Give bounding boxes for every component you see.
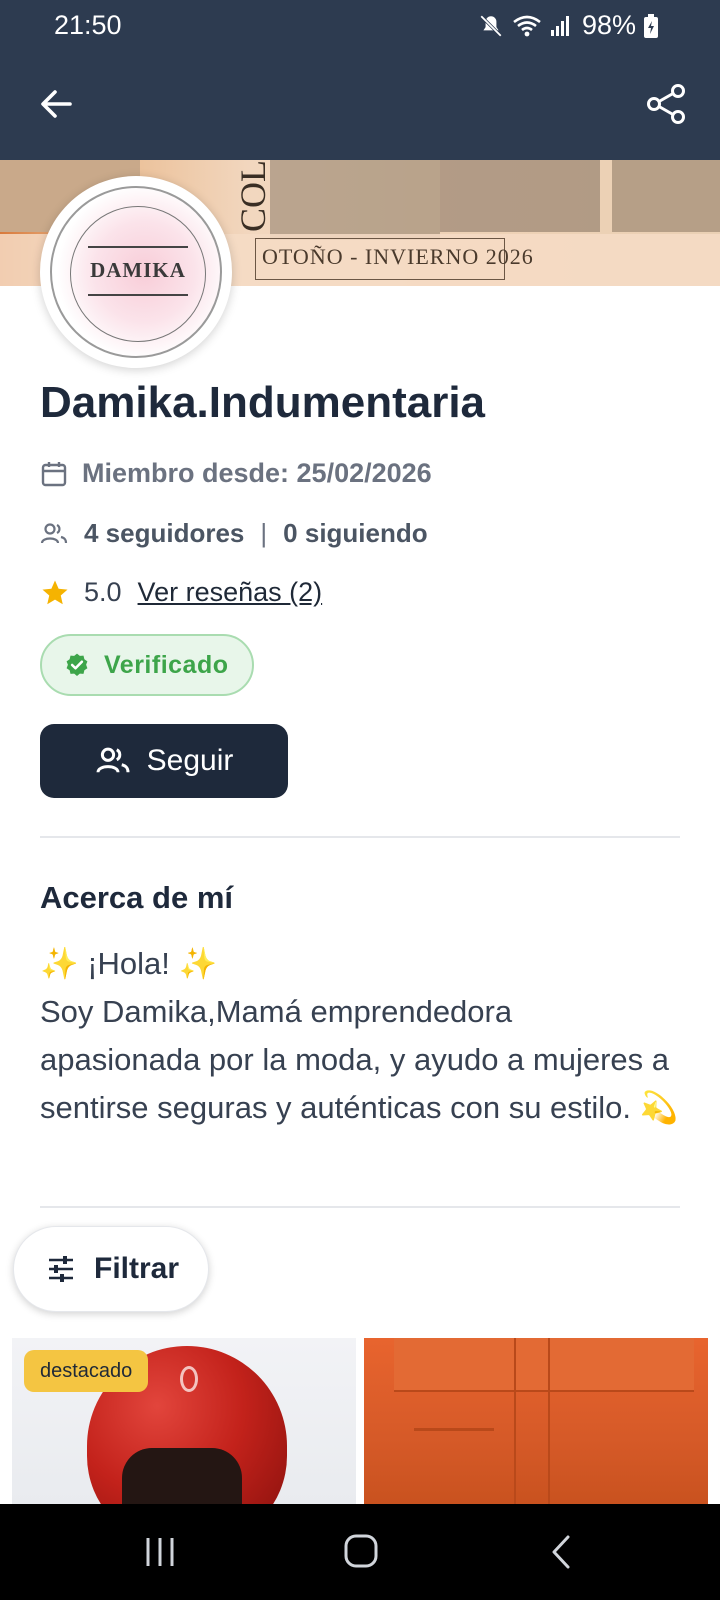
filter-button[interactable]: Filtrar [13, 1226, 209, 1312]
status-icons: 98% [478, 10, 658, 41]
about-text: ✨ ¡Hola! ✨ Soy Damika,Mamá emprendedora … [40, 946, 679, 1125]
star-icon [42, 580, 68, 604]
following-count[interactable]: 0 siguiendo [283, 518, 427, 549]
filter-label: Filtrar [94, 1252, 180, 1285]
home-icon[interactable] [342, 1534, 382, 1570]
app-header: 21:50 98% [0, 0, 720, 160]
divider [40, 1206, 680, 1208]
separator: | [260, 518, 268, 548]
divider [40, 836, 680, 838]
rating-row: 5.0 Ver reseñas (2) [40, 577, 322, 608]
about-title: Acerca de mí [40, 880, 233, 915]
verified-badge: Verificado [40, 634, 254, 696]
verified-label: Verificado [104, 650, 229, 679]
followers-row: 4 seguidores | 0 siguiendo [40, 518, 428, 549]
people-icon [96, 747, 130, 773]
battery-icon [644, 13, 658, 38]
followers-count[interactable]: 4 seguidores [84, 518, 244, 549]
follow-button-label: Seguir [146, 744, 234, 777]
avatar-logo-image: DAMIKA [50, 186, 222, 358]
verified-icon [66, 653, 88, 676]
wifi-icon [513, 15, 541, 36]
avatar-logo-text: DAMIKA [90, 258, 186, 282]
system-nav-bar [0, 1504, 720, 1600]
rating-value: 5.0 [84, 577, 122, 607]
recent-apps-icon[interactable] [142, 1534, 182, 1570]
back-nav-icon[interactable] [544, 1534, 584, 1570]
signal-icon [550, 15, 569, 36]
filter-icon [49, 1256, 73, 1282]
people-icon [40, 522, 68, 543]
featured-badge: destacado [24, 1350, 149, 1392]
back-arrow-icon[interactable] [36, 84, 76, 124]
member-since-row: Miembro desde: 25/02/2026 [40, 458, 432, 489]
banner-collection-text: COL [233, 160, 273, 232]
calendar-icon [41, 461, 67, 486]
battery-level: 98% [581, 10, 636, 40]
product-card[interactable] [364, 1338, 708, 1504]
member-since-text: Miembro desde: 25/02/2026 [82, 458, 432, 488]
mute-icon [480, 14, 502, 37]
avatar: DAMIKA [40, 176, 232, 368]
share-icon[interactable] [644, 82, 688, 126]
profile-name: Damika.Indumentaria [40, 378, 486, 427]
reviews-link[interactable]: Ver reseñas (2) [138, 577, 323, 608]
product-card[interactable]: destacado [12, 1338, 356, 1504]
banner-season-text: OTOÑO - INVIERNO 2026 [262, 244, 534, 269]
follow-button[interactable]: Seguir [40, 724, 288, 798]
status-time: 21:50 [54, 10, 122, 40]
